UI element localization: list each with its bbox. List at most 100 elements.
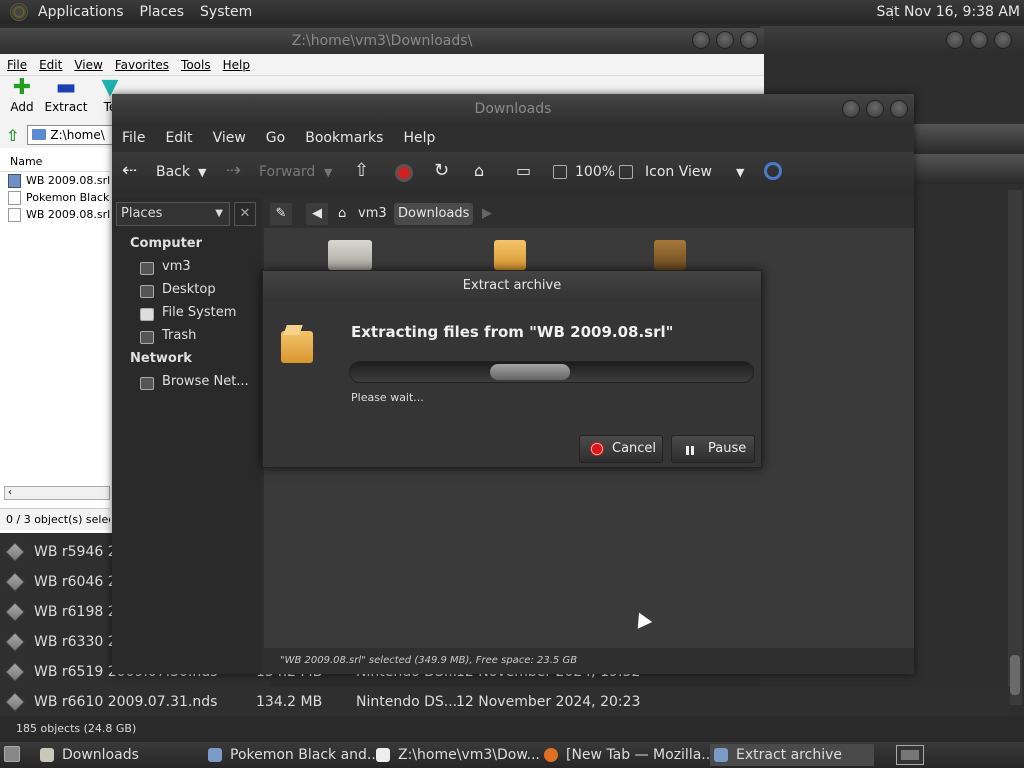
progress-pulse [490, 364, 570, 380]
task-7zip[interactable]: Z:\home\vm3\Dow... [376, 744, 540, 766]
desktop-icon [140, 285, 154, 298]
sidebar-heading-network: Network [130, 351, 192, 366]
cancel-icon [590, 442, 604, 456]
folder-icon [40, 748, 54, 762]
close-sidebar-icon[interactable]: ✕ [234, 202, 256, 226]
archive-icon[interactable] [494, 240, 526, 270]
scroll-left-icon[interactable]: ‹ [8, 487, 12, 498]
pause-button-label: Pause [708, 441, 747, 456]
close-icon[interactable] [890, 100, 908, 118]
sidebar-item-file-system[interactable]: File System [162, 305, 236, 320]
nds-file-icon [5, 632, 25, 652]
7zip-extract-button[interactable]: ▬ Extract [44, 76, 88, 122]
list-item[interactable]: Pokemon Black ar [0, 189, 110, 206]
nautilus-titlebar[interactable]: Downloads [112, 94, 914, 124]
minimize-icon[interactable] [692, 31, 710, 49]
path-left-icon[interactable]: ◀ [306, 203, 328, 225]
zoom-level[interactable]: 100% [575, 164, 615, 180]
nautilus-toolbar: ⇠ Back ▼ ⇢ Forward ▼ ⇧ ↻ ⌂ ▭ 100% Icon V… [112, 152, 914, 194]
show-desktop-icon[interactable] [4, 746, 20, 762]
nds-file-icon [5, 662, 25, 682]
cell-type: Nintendo DS... [356, 694, 458, 710]
maximize-icon[interactable] [866, 100, 884, 118]
list-item[interactable]: WB 2009.08.srl_F [0, 172, 110, 189]
minimize-icon[interactable] [946, 31, 964, 49]
menu-edit[interactable]: Edit [155, 130, 202, 146]
task-label: Z:\home\vm3\Dow... [398, 747, 540, 763]
dialog-title[interactable]: Extract archive [263, 271, 761, 301]
task-pokemon[interactable]: Pokemon Black and... [208, 744, 380, 766]
menu-system[interactable]: System [192, 4, 260, 20]
sidebar-item-trash[interactable]: Trash [162, 328, 196, 343]
zoom-out-icon[interactable] [553, 165, 567, 179]
folder-icon[interactable] [328, 240, 372, 270]
clock[interactable]: Sat Nov 16, 9:38 AM [877, 4, 1020, 20]
pause-button[interactable]: Pause [671, 435, 755, 463]
chevron-down-icon: ▼ [215, 208, 223, 219]
background-scrollbar[interactable] [1008, 190, 1022, 705]
menu-applications[interactable]: Applications [30, 4, 132, 20]
menu-view[interactable]: View [203, 130, 256, 146]
path-vm3[interactable]: vm3 [354, 203, 391, 225]
7zip-menu-help[interactable]: Help [216, 58, 255, 72]
view-mode-select[interactable]: Icon View [645, 164, 712, 180]
sidebar-selector[interactable]: Places ▼ [116, 202, 230, 226]
back-arrow-icon[interactable]: ⇠ [122, 160, 137, 181]
distro-logo-icon[interactable] [10, 3, 28, 21]
sidebar-item-browse-network[interactable]: Browse Net... [162, 374, 249, 389]
up-icon[interactable]: ⇧ [354, 160, 369, 181]
7zip-menu-file[interactable]: File [0, 58, 32, 72]
7zip-menu-tools[interactable]: Tools [174, 58, 216, 72]
minimize-icon[interactable] [842, 100, 860, 118]
top-panel: Applications Places System Sat Nov 16, 9… [0, 0, 1024, 24]
task-firefox[interactable]: [New Tab — Mozilla... [544, 744, 715, 766]
reload-icon[interactable]: ↻ [434, 160, 449, 181]
cancel-button[interactable]: Cancel [579, 435, 663, 463]
7zip-titlebar[interactable]: Z:\home\vm3\Downloads\ [0, 28, 764, 54]
sidebar-item-desktop[interactable]: Desktop [162, 282, 216, 297]
back-dropdown-icon[interactable]: ▼ [198, 166, 206, 179]
task-downloads[interactable]: Downloads [40, 744, 200, 766]
close-icon[interactable] [994, 31, 1012, 49]
back-button[interactable]: Back [156, 164, 190, 180]
7zip-menu-edit[interactable]: Edit [32, 58, 67, 72]
cancel-button-label: Cancel [612, 441, 657, 456]
forward-button: Forward [259, 164, 316, 180]
plus-icon: ✚ [12, 75, 32, 100]
firefox-icon [544, 748, 558, 762]
zoom-in-icon[interactable] [619, 165, 633, 179]
sidebar-item-vm3[interactable]: vm3 [162, 259, 191, 274]
package-icon[interactable] [654, 240, 686, 270]
nautilus-pathbar: ✎ ◀ ⌂ vm3 Downloads ▶ [264, 198, 914, 228]
task-extract-archive[interactable]: Extract archive [710, 744, 874, 766]
menu-bookmarks[interactable]: Bookmarks [295, 130, 393, 146]
menu-go[interactable]: Go [256, 130, 295, 146]
menu-help[interactable]: Help [393, 130, 445, 146]
edit-location-icon[interactable]: ✎ [270, 203, 292, 225]
scrollbar-thumb[interactable] [1010, 655, 1020, 695]
up-arrow-icon[interactable]: ⇧ [6, 126, 19, 145]
stop-icon[interactable] [395, 164, 413, 182]
home-icon[interactable]: ⌂ [474, 161, 484, 180]
7zip-menu-favorites[interactable]: Favorites [108, 58, 174, 72]
nautilus-menubar: File Edit View Go Bookmarks Help [112, 124, 914, 152]
view-mode-dropdown-icon[interactable]: ▼ [736, 166, 744, 179]
7zip-add-button[interactable]: ✚ Add [0, 76, 44, 122]
archive-icon [281, 331, 313, 363]
menu-places[interactable]: Places [132, 4, 193, 20]
trash-icon [140, 331, 154, 344]
menu-file[interactable]: File [112, 130, 155, 146]
search-icon[interactable] [764, 162, 782, 180]
close-icon[interactable] [740, 31, 758, 49]
workspace-switcher[interactable] [896, 745, 924, 765]
computer-icon[interactable]: ▭ [516, 161, 531, 180]
7zip-horizontal-scrollbar[interactable]: ‹ [4, 486, 110, 500]
maximize-icon[interactable] [970, 31, 988, 49]
path-downloads[interactable]: Downloads [394, 203, 474, 225]
list-item[interactable]: WB 2009.08.srl [0, 206, 110, 223]
column-header-name[interactable]: Name [0, 152, 110, 172]
7zip-menu-view[interactable]: View [67, 58, 107, 72]
list-item[interactable]: WB r6610 2009.07.31.nds 134.2 MB Nintendo … [0, 687, 640, 717]
maximize-icon[interactable] [716, 31, 734, 49]
nautilus-title: Downloads [474, 101, 552, 117]
